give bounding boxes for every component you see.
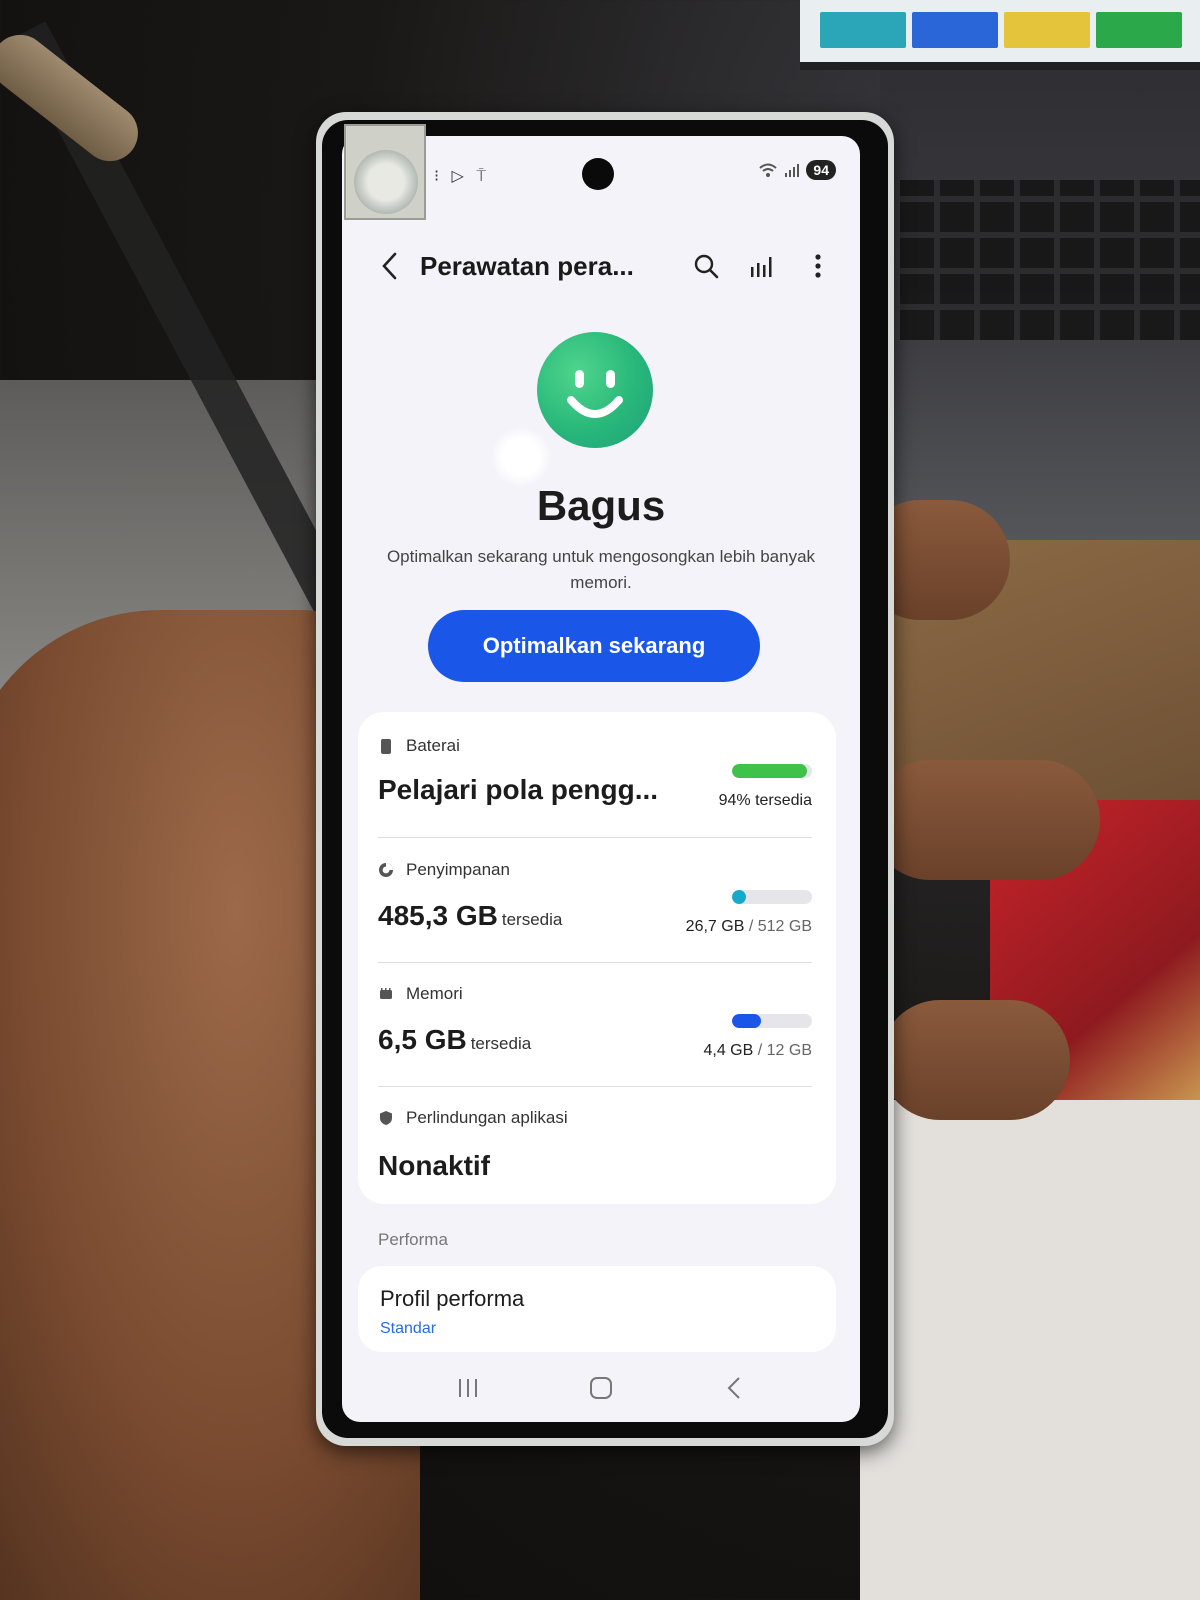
shield-icon bbox=[380, 1111, 392, 1125]
back-icon bbox=[727, 1377, 740, 1399]
app-protection-row[interactable]: Perlindungan aplikasi Nonaktif bbox=[378, 1108, 812, 1198]
top-app-bar: Perawatan pera... bbox=[342, 236, 860, 296]
background-paper bbox=[860, 1100, 1200, 1600]
divider bbox=[378, 837, 812, 838]
memory-row[interactable]: Memori 6,5 GB tersedia 4,4 GB / 12 GB bbox=[378, 984, 812, 1080]
divider bbox=[378, 1086, 812, 1087]
battery-available-text: 94% tersedia bbox=[718, 792, 812, 809]
play-icon: ▷ bbox=[451, 168, 468, 185]
memory-separator: / bbox=[757, 1042, 763, 1059]
inspection-sticker bbox=[344, 124, 426, 220]
signal-icon: ⍑ bbox=[476, 168, 490, 185]
more-options-button[interactable] bbox=[796, 244, 840, 288]
chart-icon bbox=[751, 257, 772, 277]
storage-meter-fill bbox=[732, 890, 747, 904]
battery-main-text: Pelajari pola pengg... bbox=[378, 774, 659, 805]
notification-icons: ⁝ ▷ ⍑ bbox=[434, 166, 490, 186]
device-status-description: Optimalkan sekarang untuk mengosongkan l… bbox=[386, 547, 816, 592]
app-protection-label-text: Perlindungan aplikasi bbox=[406, 1108, 568, 1127]
front-camera bbox=[582, 158, 614, 190]
battery-label-text: Baterai bbox=[406, 736, 460, 755]
app-bar-actions bbox=[684, 244, 840, 288]
device-status-title: Bagus bbox=[536, 482, 666, 529]
seal-logo bbox=[354, 150, 418, 214]
performance-section-header: Performa bbox=[378, 1230, 448, 1249]
performance-profile-title: Profil performa bbox=[380, 1286, 525, 1311]
battery-meter bbox=[732, 764, 812, 778]
battery-row[interactable]: Baterai Pelajari pola pengg... 94% terse… bbox=[378, 736, 812, 832]
battery-icon bbox=[381, 739, 391, 754]
memory-value: 6,5 GB bbox=[378, 1024, 467, 1055]
memory-total: 12 GB bbox=[766, 1042, 812, 1059]
memory-chip-icon bbox=[380, 988, 392, 999]
smiley-face-icon bbox=[537, 332, 653, 448]
storage-total: 512 GB bbox=[757, 918, 812, 935]
storage-separator: / bbox=[748, 918, 754, 935]
home-button[interactable] bbox=[571, 1368, 631, 1408]
storage-value-suffix: tersedia bbox=[501, 910, 563, 929]
battery-meter-fill bbox=[732, 764, 808, 778]
storage-row[interactable]: Penyimpanan 485,3 GB tersedia 26,7 GB / 5… bbox=[378, 860, 812, 956]
light-glare bbox=[492, 428, 550, 486]
optimize-now-button[interactable]: Optimalkan sekarang bbox=[428, 610, 760, 682]
recents-icon bbox=[459, 1379, 478, 1397]
memory-value-suffix: tersedia bbox=[470, 1034, 532, 1053]
background-laptop-screen bbox=[800, 0, 1200, 70]
app-protection-label: Perlindungan aplikasi bbox=[378, 1108, 812, 1128]
nav-back-button[interactable] bbox=[704, 1368, 764, 1408]
storage-available: 485,3 GB tersedia bbox=[378, 900, 562, 932]
wifi-icon bbox=[759, 163, 778, 177]
storage-value: 485,3 GB bbox=[378, 900, 498, 931]
divider bbox=[378, 962, 812, 963]
cell-signal-icon bbox=[785, 164, 800, 177]
memory-available: 6,5 GB tersedia bbox=[378, 1024, 531, 1056]
storage-used: 26,7 GB bbox=[685, 918, 745, 935]
finger bbox=[880, 1000, 1070, 1120]
memory-meter bbox=[732, 1014, 812, 1028]
device-care-card: Baterai Pelajari pola pengg... 94% terse… bbox=[358, 712, 836, 1204]
storage-pie-icon bbox=[379, 863, 393, 877]
chevron-left-icon bbox=[382, 252, 397, 280]
memory-usage-text: 4,4 GB / 12 GB bbox=[703, 1042, 812, 1060]
performance-profile-value: Standar bbox=[380, 1320, 437, 1337]
page-title: Perawatan pera... bbox=[420, 250, 634, 281]
search-icon bbox=[694, 254, 719, 279]
memory-label: Memori bbox=[378, 984, 812, 1004]
msg-icon: ⁝ bbox=[434, 168, 444, 185]
home-icon bbox=[589, 1377, 612, 1399]
background-keyboard bbox=[900, 180, 1200, 340]
storage-label: Penyimpanan bbox=[378, 860, 812, 880]
recents-button[interactable] bbox=[438, 1368, 498, 1408]
chart-button[interactable] bbox=[740, 244, 784, 288]
storage-meter bbox=[732, 890, 812, 904]
storage-label-text: Penyimpanan bbox=[406, 860, 510, 879]
memory-label-text: Memori bbox=[406, 984, 463, 1003]
system-icons: 94 bbox=[758, 160, 836, 180]
finger bbox=[870, 760, 1100, 880]
phone-screen: ⁝ ▷ ⍑ 94 Perawatan pera... Bagus Optimal… bbox=[342, 136, 860, 1422]
navigation-bar bbox=[342, 1354, 860, 1422]
performance-profile-item[interactable]: Profil performa Standar bbox=[358, 1266, 836, 1352]
app-protection-state: Nonaktif bbox=[378, 1150, 490, 1181]
battery-label: Baterai bbox=[378, 736, 812, 756]
memory-used: 4,4 GB bbox=[703, 1042, 754, 1059]
memory-meter-fill bbox=[732, 1014, 762, 1028]
back-button[interactable] bbox=[366, 242, 414, 290]
more-icon bbox=[815, 254, 821, 278]
search-button[interactable] bbox=[684, 244, 728, 288]
phone: ⁝ ▷ ⍑ 94 Perawatan pera... Bagus Optimal… bbox=[316, 112, 894, 1446]
storage-usage-text: 26,7 GB / 512 GB bbox=[686, 918, 812, 936]
battery-level-badge: 94 bbox=[806, 160, 836, 180]
